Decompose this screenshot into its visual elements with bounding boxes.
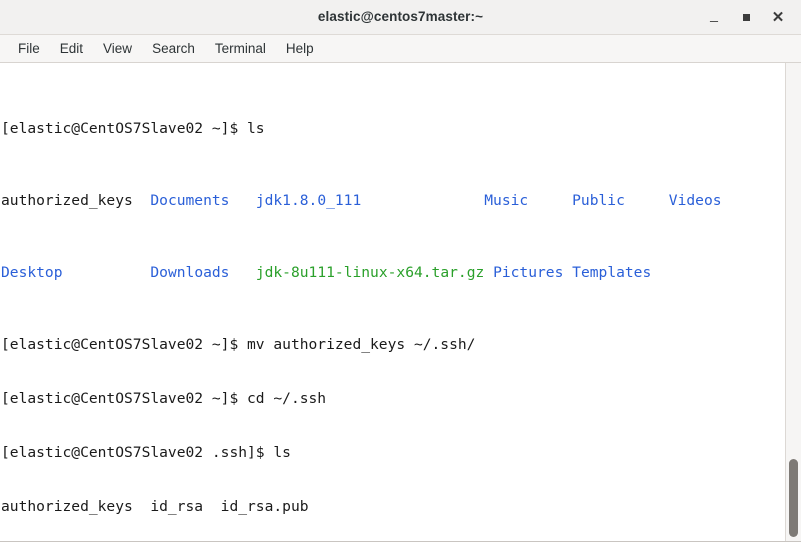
ls-entry-jdk-tarball: jdk-8u111-linux-x64.tar.gz [255,264,485,281]
minimize-icon[interactable]: _ [699,1,729,34]
ls-entry-music: Music [484,192,529,209]
terminal-output[interactable]: [elastic@CentOS7Slave02 ~]$ ls authorize… [0,66,785,541]
menu-item-view[interactable]: View [93,39,142,58]
maximize-glyph [742,13,750,21]
ls-entry-desktop: Desktop [1,264,63,281]
ls-entry-public: Public [572,192,625,209]
menu-item-help[interactable]: Help [276,39,324,58]
terminal-window: elastic@centos7master:~ _ ✕ File Edit Vi… [0,0,801,542]
terminal-line: [elastic@CentOS7Slave02 ~]$ ls [1,120,785,138]
command-ls: [elastic@CentOS7Slave02 ~]$ ls [1,120,265,137]
ls-entry-downloads: Downloads [150,264,230,281]
menu-item-file[interactable]: File [8,39,50,58]
ls-entry-jdk-dir: jdk1.8.0_111 [255,192,362,209]
command-cd-ssh: [elastic@CentOS7Slave02 ~]$ cd ~/.ssh [1,390,327,407]
menu-item-terminal[interactable]: Terminal [205,39,276,58]
ls-entry-videos: Videos [668,192,722,209]
terminal-line: Desktop Downloads jdk-8u111-linux-x64.ta… [1,264,785,282]
titlebar: elastic@centos7master:~ _ ✕ [0,0,801,35]
terminal-line: [elastic@CentOS7Slave02 .ssh]$ ls [1,444,785,462]
terminal-line: [elastic@CentOS7Slave02 ~]$ mv authorize… [1,336,785,354]
terminal-line: [elastic@CentOS7Slave02 ~]$ cd ~/.ssh [1,390,785,408]
terminal-scrollbar[interactable] [785,63,801,541]
scrollbar-thumb[interactable] [789,459,798,537]
window-controls: _ ✕ [699,0,793,34]
ls-ssh-output: authorized_keys id_rsa id_rsa.pub [1,498,309,515]
window-title: elastic@centos7master:~ [317,9,484,24]
close-icon[interactable]: ✕ [763,4,793,30]
ls-entry-templates: Templates [572,264,652,281]
ls-entry-pictures: Pictures [493,264,564,281]
maximize-icon[interactable] [731,4,761,30]
ls-entry-documents: Documents [150,192,230,209]
menubar: File Edit View Search Terminal Help [0,35,801,63]
command-mv: [elastic@CentOS7Slave02 ~]$ mv authorize… [1,336,476,353]
menu-item-edit[interactable]: Edit [50,39,93,58]
terminal-line: authorized_keys id_rsa id_rsa.pub [1,498,785,516]
ls-entry-authorized-keys: authorized_keys [1,192,133,209]
command-ls-ssh: [elastic@CentOS7Slave02 .ssh]$ ls [1,444,291,461]
terminal-line: authorized_keys Documents jdk1.8.0_111 M… [1,192,785,210]
terminal-area[interactable]: [elastic@CentOS7Slave02 ~]$ ls authorize… [0,63,801,542]
menu-item-search[interactable]: Search [142,39,205,58]
